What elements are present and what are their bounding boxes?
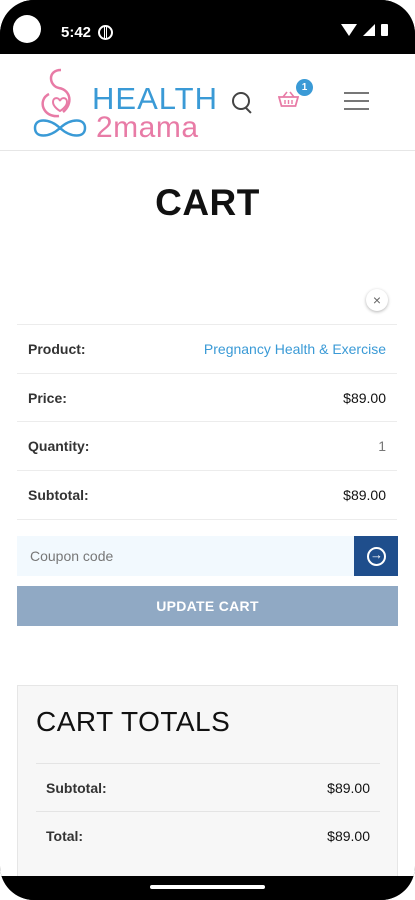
cart-totals-title: CART TOTALS — [36, 706, 231, 737]
gesture-handle[interactable] — [150, 885, 265, 889]
site-header: HEALTH 2mama 1 — [0, 54, 415, 151]
camera-cutout — [13, 15, 41, 43]
quantity-field[interactable]: 1 — [378, 438, 386, 454]
search-icon[interactable] — [232, 92, 250, 110]
update-cart-button[interactable]: UPDATE CART — [17, 586, 398, 626]
remove-item-button[interactable]: × — [366, 289, 388, 311]
cart-row-price: Price: $89.00 — [17, 373, 397, 422]
totals-row-subtotal: Subtotal: $89.00 — [36, 763, 380, 812]
row-label: Product: — [28, 341, 86, 357]
phone-frame: 5:42 HEALTH 2mama 1 CART × Product: Preg… — [0, 0, 415, 900]
cart-totals-panel: CART TOTALS Subtotal: $89.00 Total: $89.… — [17, 685, 398, 876]
totals-value: $89.00 — [327, 828, 370, 844]
battery-icon — [381, 24, 388, 36]
arrow-right-circle-icon — [367, 547, 386, 566]
price-value: $89.00 — [343, 390, 386, 406]
hamburger-menu-icon[interactable] — [344, 92, 369, 110]
row-label: Quantity: — [28, 438, 90, 454]
basket-icon[interactable] — [278, 91, 299, 107]
status-time: 5:42 — [61, 24, 92, 41]
logo-icon[interactable] — [29, 64, 91, 142]
globe-icon — [98, 25, 113, 40]
cart-count-badge[interactable]: 1 — [296, 79, 313, 96]
totals-label: Total: — [46, 828, 84, 844]
row-label: Subtotal: — [28, 487, 89, 503]
page-title: CART — [155, 182, 260, 223]
navigation-bar — [0, 876, 415, 900]
status-bar: 5:42 — [0, 0, 415, 54]
wifi-icon — [341, 24, 357, 36]
cart-row-product: Product: Pregnancy Health & Exercise — [17, 324, 397, 373]
coupon-code-input[interactable] — [17, 536, 354, 576]
totals-label: Subtotal: — [46, 780, 107, 796]
subtotal-value: $89.00 — [343, 487, 386, 503]
cart-row-subtotal: Subtotal: $89.00 — [17, 470, 397, 520]
system-icons — [341, 24, 388, 36]
totals-row-total: Total: $89.00 — [36, 811, 380, 860]
cart-row-quantity: Quantity: 1 — [17, 421, 397, 470]
product-link[interactable]: Pregnancy Health & Exercise — [204, 341, 386, 357]
row-label: Price: — [28, 390, 67, 406]
signal-icon — [363, 24, 375, 36]
app-screen: HEALTH 2mama 1 CART × Product: Pregnancy… — [0, 54, 415, 876]
totals-value: $89.00 — [327, 780, 370, 796]
apply-coupon-button[interactable] — [354, 536, 398, 576]
brand-name-bottom[interactable]: 2mama — [96, 111, 199, 145]
